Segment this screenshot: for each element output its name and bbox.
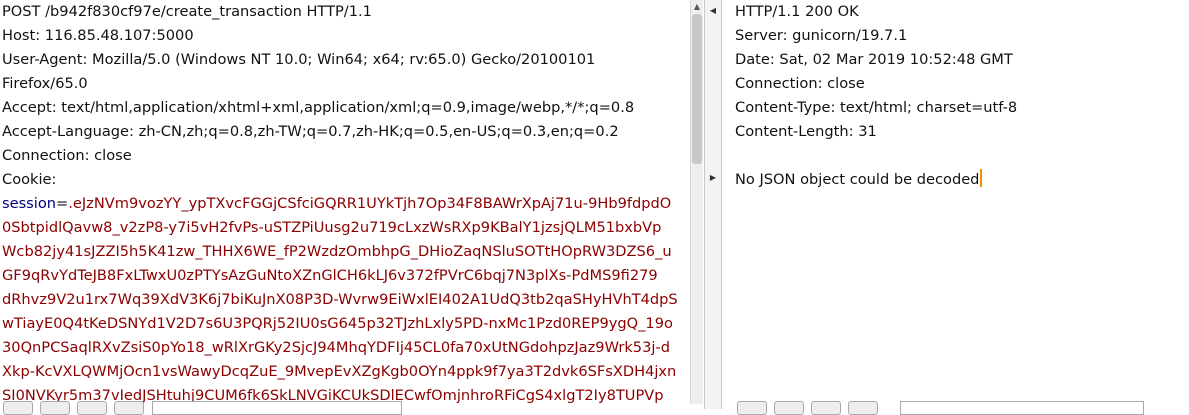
request-header-connection: Connection: close bbox=[2, 147, 132, 164]
response-header-content-type: Content-Type: text/html; charset=utf-8 bbox=[735, 99, 1018, 116]
request-header-accept: Accept: text/html,application/xhtml+xml,… bbox=[2, 99, 635, 116]
previous-button[interactable] bbox=[774, 401, 804, 415]
response-search-input[interactable] bbox=[900, 401, 1144, 415]
cookie-equals: = bbox=[56, 195, 69, 212]
add-button[interactable] bbox=[77, 401, 107, 415]
pane-splitter[interactable]: ◀ ▶ bbox=[704, 0, 722, 409]
response-status-line: HTTP/1.1 200 OK bbox=[735, 3, 859, 20]
response-header-connection: Connection: close bbox=[735, 75, 865, 92]
cookie-first-line: session=.eJzNVm9vozYY_ypTXvcFGGjCSfciGQR… bbox=[2, 192, 690, 216]
scroll-up-arrow-icon[interactable]: ▲ bbox=[691, 1, 703, 13]
request-editor[interactable]: POST /b942f830cf97e/create_transaction H… bbox=[0, 0, 704, 409]
cookie-value-line: GF9qRvYdTeJB8FxLTwxU0zPTYsAzGuNtoXZnGlCH… bbox=[2, 267, 658, 284]
response-body-line: No JSON object could be decoded bbox=[735, 168, 1183, 192]
response-text[interactable]: HTTP/1.1 200 OK Server: gunicorn/19.7.1 … bbox=[735, 0, 1183, 192]
request-toolbar bbox=[0, 401, 704, 415]
next-button[interactable] bbox=[114, 401, 144, 415]
cookie-value-line: Wcb82jy41sJZZI5h5K41zw_THHX6WE_fP2WzdzOm… bbox=[2, 243, 672, 260]
cookie-value-line: .eJzNVm9vozYY_ypTXvcFGGjCSfciGQRR1UYkTjh… bbox=[68, 195, 672, 212]
response-toolbar bbox=[722, 401, 1189, 415]
request-header-accept-language: Accept-Language: zh-CN,zh;q=0.8,zh-TW;q=… bbox=[2, 123, 619, 140]
previous-button[interactable] bbox=[40, 401, 70, 415]
response-header-content-length: Content-Length: 31 bbox=[735, 123, 877, 140]
cookie-name: session bbox=[2, 195, 57, 212]
response-body: No JSON object could be decoded bbox=[735, 171, 980, 188]
help-button[interactable] bbox=[737, 401, 767, 415]
next-button[interactable] bbox=[848, 401, 878, 415]
add-button[interactable] bbox=[811, 401, 841, 415]
request-scrollbar[interactable]: ▲ bbox=[690, 0, 703, 404]
response-blank-line bbox=[735, 144, 1183, 168]
scrollbar-thumb[interactable] bbox=[692, 14, 702, 164]
collapse-right-arrow-icon[interactable]: ▶ bbox=[708, 173, 718, 183]
request-text[interactable]: POST /b942f830cf97e/create_transaction H… bbox=[2, 0, 690, 408]
cookie-value-line: wTiayE0Q4tKeDSNYd1V2D7s6U3PQRj52IU0sG645… bbox=[2, 315, 673, 332]
help-button[interactable] bbox=[3, 401, 33, 415]
request-line: POST /b942f830cf97e/create_transaction H… bbox=[2, 3, 372, 20]
request-search-input[interactable] bbox=[152, 401, 402, 415]
request-header-cookie: Cookie: bbox=[2, 171, 57, 188]
cookie-value-line: Xkp-KcVXLQWMjOcn1vsWawyDcqZuE_9MvepEvXZg… bbox=[2, 363, 677, 380]
cookie-value-line: 0SbtpidlQavw8_v2zP8-y7i5vH2fvPs-uSTZPiUu… bbox=[2, 219, 662, 236]
cookie-value-line: 30QnPCSaqlRXvZsiS0pYo18_wRlXrGKy2SjcJ94M… bbox=[2, 339, 670, 356]
request-header-user-agent: User-Agent: Mozilla/5.0 (Windows NT 10.0… bbox=[2, 51, 596, 68]
collapse-left-arrow-icon[interactable]: ◀ bbox=[708, 6, 718, 16]
response-viewer[interactable]: HTTP/1.1 200 OK Server: gunicorn/19.7.1 … bbox=[722, 0, 1189, 409]
response-header-date: Date: Sat, 02 Mar 2019 10:52:48 GMT bbox=[735, 51, 1013, 68]
cookie-value-line: dRhvz9V2u1rx7Wq39XdV3K6j7biKuJnX08P3D-Wv… bbox=[2, 291, 678, 308]
text-cursor bbox=[980, 169, 983, 187]
response-header-server: Server: gunicorn/19.7.1 bbox=[735, 27, 908, 44]
request-header-host: Host: 116.85.48.107:5000 bbox=[2, 27, 194, 44]
request-header-user-agent-cont: Firefox/65.0 bbox=[2, 75, 88, 92]
